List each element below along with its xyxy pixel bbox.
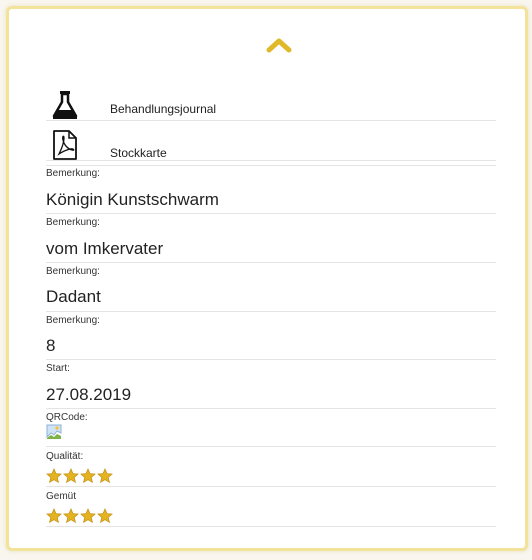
link-label: Behandlungsjournal — [110, 102, 217, 116]
divider — [46, 311, 496, 312]
field-value: 8 — [46, 336, 56, 355]
quality-rating — [46, 468, 113, 483]
pdf-document-icon — [53, 130, 77, 160]
field-value: Dadant — [46, 287, 101, 306]
rating-label: Qualität: — [46, 451, 84, 462]
field-value: 27.08.2019 — [46, 385, 132, 404]
rating-label: Gemüt — [46, 491, 77, 502]
field-value: vom Imkervater — [46, 239, 164, 258]
field-label: Bemerkung: — [46, 266, 100, 277]
star-icon — [80, 468, 96, 483]
star-icon — [46, 508, 62, 523]
broken-image-icon — [46, 424, 62, 439]
divider — [46, 262, 496, 263]
field-label: Bemerkung: — [46, 217, 100, 228]
star-icon — [97, 468, 113, 483]
divider — [46, 446, 496, 447]
qrcode-label: QRCode: — [46, 412, 88, 423]
star-icon — [80, 508, 96, 523]
star-icon — [63, 508, 79, 523]
divider — [46, 213, 496, 214]
chevron-up-icon[interactable] — [265, 35, 293, 55]
star-icon — [46, 468, 62, 483]
divider — [46, 486, 496, 487]
field-label: Bemerkung: — [46, 168, 100, 179]
divider — [46, 408, 496, 409]
star-icon — [63, 468, 79, 483]
link-label: Stockkarte — [110, 146, 167, 160]
divider — [46, 165, 496, 166]
field-value: Königin Kunstschwarm — [46, 190, 219, 209]
divider — [46, 526, 496, 527]
link-behandlungsjournal[interactable]: Behandlungsjournal — [46, 88, 496, 121]
flask-icon — [52, 91, 78, 119]
divider — [46, 359, 496, 360]
field-label: Bemerkung: — [46, 315, 100, 326]
link-stockkarte[interactable]: Stockkarte — [46, 128, 496, 161]
field-label: Start: — [46, 363, 70, 374]
temperament-rating — [46, 508, 113, 523]
star-icon — [97, 508, 113, 523]
